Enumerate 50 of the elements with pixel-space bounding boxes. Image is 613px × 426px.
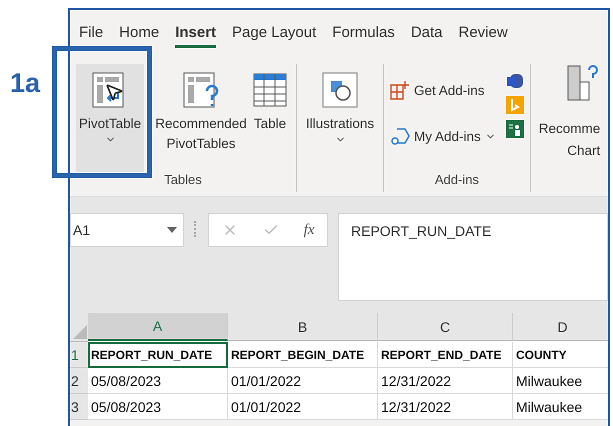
ribbon-tab[interactable]: Page Layout	[232, 18, 316, 48]
row-header[interactable]: 3	[70, 394, 88, 420]
ribbon-tab[interactable]: File	[79, 18, 104, 48]
table-cell: REPORT_END_DATE	[378, 342, 513, 368]
table-cell: REPORT_BEGIN_DATE	[228, 342, 378, 368]
table-cell: 05/08/2023	[88, 394, 228, 420]
ribbon-button[interactable]: Illustrations	[303, 64, 377, 172]
add-grid-icon	[390, 80, 410, 100]
ribbon-tab[interactable]: Data	[410, 18, 442, 48]
name-box[interactable]: A1	[70, 213, 184, 247]
table-cell: Milwaukee	[513, 394, 608, 420]
table-cell: REPORT_RUN_DATE	[88, 342, 228, 368]
recommended-chart-icon	[566, 62, 600, 102]
ribbon-button[interactable]: Get Add-ins	[390, 78, 496, 102]
column-header[interactable]: A	[88, 313, 228, 341]
table-cell: 12/31/2022	[378, 368, 513, 394]
formula-field[interactable]: REPORT_RUN_DATE	[338, 213, 608, 301]
row-header[interactable]: 2	[70, 368, 88, 394]
hexagon-icon	[390, 126, 410, 146]
shapes-icon	[322, 72, 358, 108]
ribbon-button[interactable]: My Add-ins	[390, 124, 496, 148]
ribbon-tab[interactable]: Home	[119, 18, 160, 48]
column-header[interactable]: D	[513, 313, 608, 341]
cursor-icon	[104, 82, 124, 102]
row-header[interactable]: 1	[70, 342, 88, 368]
ribbon-button[interactable]: PivotTable	[76, 64, 144, 172]
ribbon-tab[interactable]: Review	[458, 18, 508, 48]
table-cell: COUNTY	[513, 342, 608, 368]
table-cell: Milwaukee	[513, 368, 608, 394]
ribbon-tab[interactable]: Insert	[175, 18, 216, 48]
table-icon	[253, 73, 287, 107]
select-all-icon[interactable]	[73, 325, 87, 339]
ribbon-tab[interactable]: Formulas	[332, 18, 395, 48]
recommended-pivot-icon	[183, 72, 219, 108]
table-cell: 05/08/2023	[88, 368, 228, 394]
table-cell: 01/01/2022	[228, 394, 378, 420]
dropdown-icon	[167, 227, 177, 233]
function-button[interactable]: fx	[304, 222, 314, 238]
group-label: Add-ins	[434, 172, 480, 189]
ribbon-label: Chart	[567, 142, 600, 160]
column-header[interactable]: B	[228, 313, 378, 341]
step-label: 1a	[10, 68, 40, 99]
group-label: Tables	[163, 172, 203, 189]
table-cell: 01/01/2022	[228, 368, 378, 394]
column-header[interactable]: C	[378, 313, 513, 341]
table-cell: 12/31/2022	[378, 394, 513, 420]
ribbon-label: Recomme	[538, 120, 600, 138]
ribbon-button[interactable]: Recommended PivotTables	[156, 64, 246, 172]
people-graph-icon	[506, 120, 524, 138]
ribbon-button[interactable]: Table	[250, 64, 290, 172]
